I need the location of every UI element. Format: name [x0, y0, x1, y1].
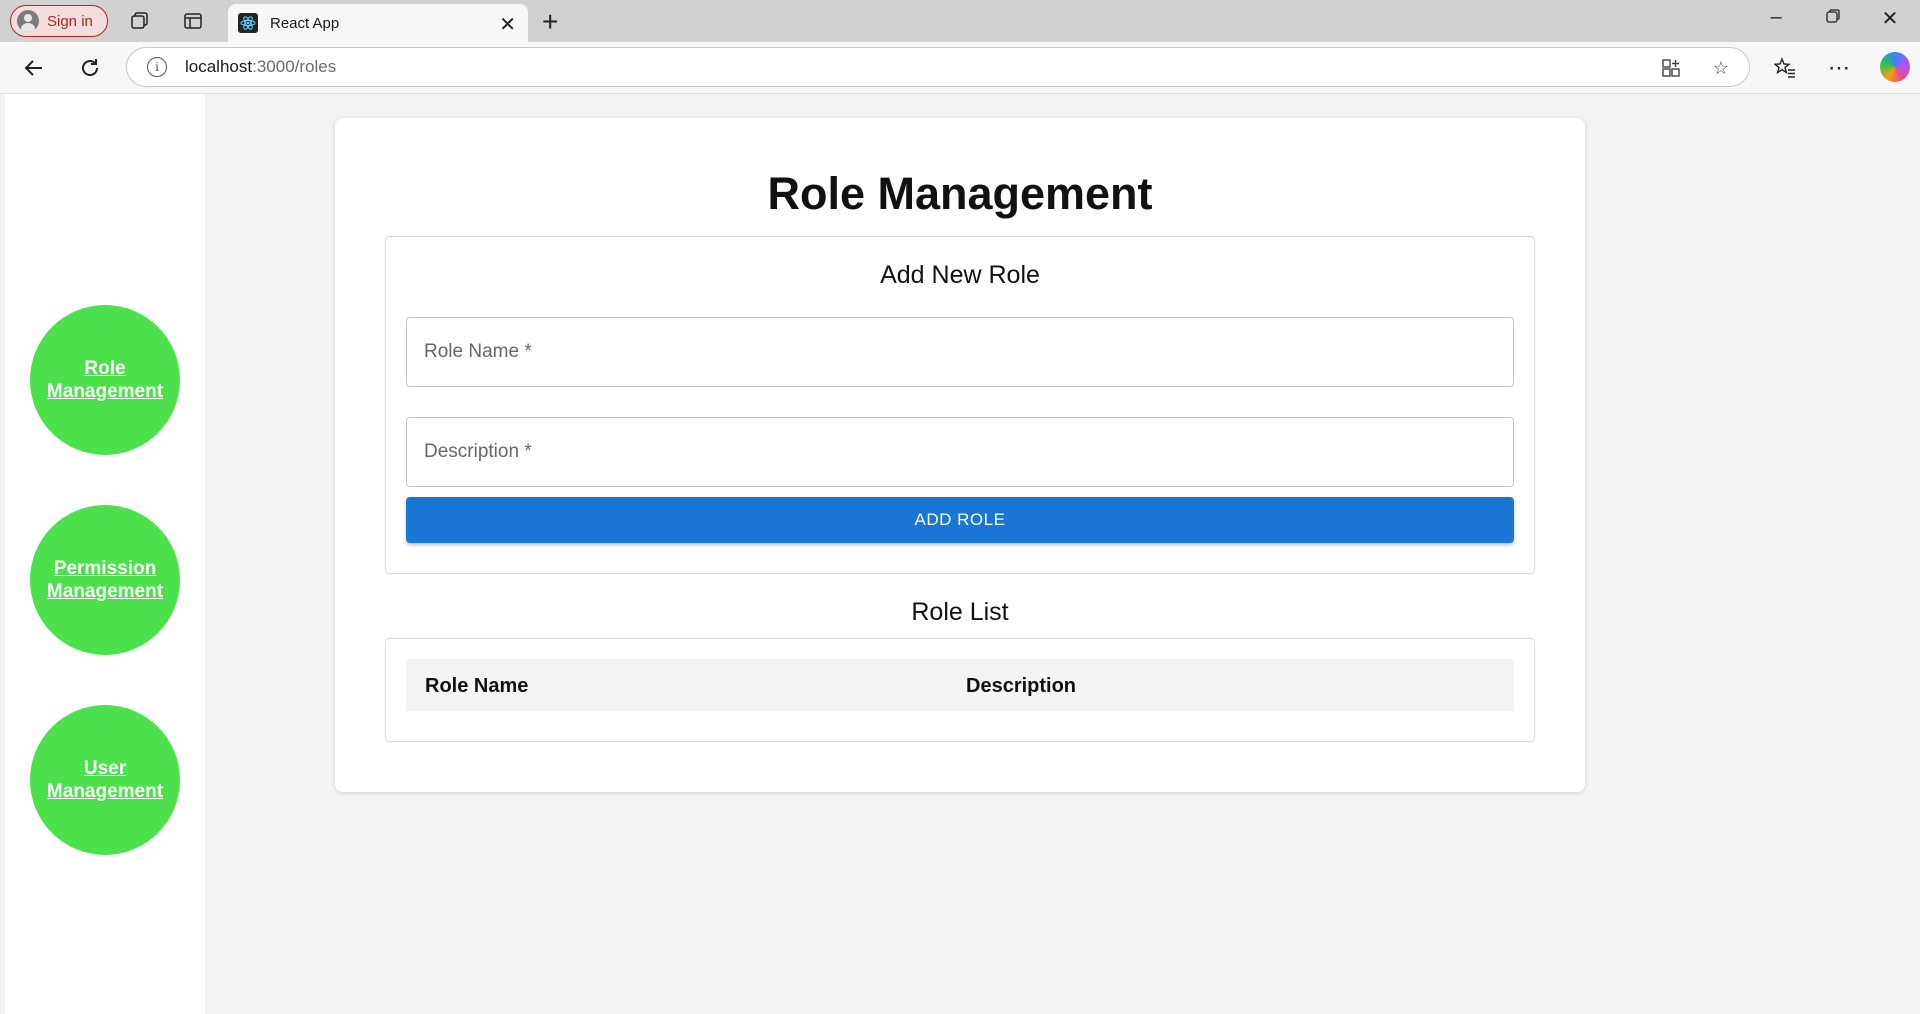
tab-title: React App — [270, 14, 340, 32]
browser-tab-bar: Sign in React App ✕ + – ✕ — [0, 0, 1920, 42]
role-management-link[interactable]: Role Management — [40, 357, 170, 403]
url-host: localhost — [185, 57, 253, 76]
sidebar-item-permission-management[interactable]: Permission Management — [30, 505, 180, 655]
close-window-icon[interactable]: ✕ — [1870, 6, 1910, 31]
favorites-icon[interactable] — [1769, 52, 1801, 84]
user-management-link[interactable]: User Management — [40, 757, 170, 803]
app-available-icon[interactable] — [1659, 56, 1683, 80]
favorite-star-icon[interactable]: ☆ — [1709, 56, 1733, 80]
sidebar: Role Management Permission Management Us… — [5, 94, 205, 1014]
permission-management-link[interactable]: Permission Management — [40, 557, 170, 603]
reload-icon[interactable] — [74, 52, 106, 84]
tab-react-app[interactable]: React App ✕ — [228, 4, 528, 42]
role-name-field[interactable] — [406, 317, 1514, 387]
sidebar-item-role-management[interactable]: Role Management — [30, 305, 180, 455]
profile-avatar-icon — [17, 10, 39, 32]
url-bar[interactable]: i localhost:3000/roles ☆ — [126, 47, 1750, 87]
browser-address-bar: i localhost:3000/roles ☆ ⋯ — [0, 42, 1920, 94]
role-management-card: Role Management Add New Role ADD ROLE Ro… — [335, 118, 1585, 792]
url-path: :3000/roles — [252, 57, 337, 76]
restore-icon[interactable] — [1813, 6, 1853, 29]
react-logo-icon — [238, 13, 258, 33]
close-tab-icon[interactable]: ✕ — [499, 12, 516, 37]
copilot-icon[interactable] — [1880, 52, 1910, 82]
description-input[interactable] — [407, 418, 1513, 486]
sign-in-label: Sign in — [47, 12, 93, 30]
role-list-table: Role Name Description — [385, 638, 1535, 742]
tab-actions-icon[interactable] — [181, 9, 205, 33]
role-list-title: Role List — [911, 598, 1009, 626]
sign-in-button[interactable]: Sign in — [10, 5, 108, 37]
sidebar-item-user-management[interactable]: User Management — [30, 705, 180, 855]
role-name-input[interactable] — [407, 318, 1513, 386]
column-header-role-name: Role Name — [425, 675, 529, 697]
page-content: Role Management Permission Management Us… — [0, 94, 1920, 1014]
column-header-description: Description — [966, 675, 1077, 697]
form-title: Add New Role — [880, 261, 1040, 289]
add-role-button[interactable]: ADD ROLE — [406, 497, 1514, 543]
new-tab-icon[interactable]: + — [542, 6, 558, 38]
workspaces-icon[interactable] — [128, 9, 152, 33]
description-field[interactable] — [406, 417, 1514, 487]
more-options-icon[interactable]: ⋯ — [1823, 52, 1855, 84]
minimize-icon[interactable]: – — [1756, 6, 1796, 29]
back-arrow-icon[interactable] — [18, 52, 50, 84]
table-header: Role Name Description — [406, 659, 1514, 711]
page-title: Role Management — [767, 168, 1153, 219]
add-role-form: Add New Role ADD ROLE — [385, 236, 1535, 574]
site-info-icon[interactable]: i — [147, 57, 167, 77]
